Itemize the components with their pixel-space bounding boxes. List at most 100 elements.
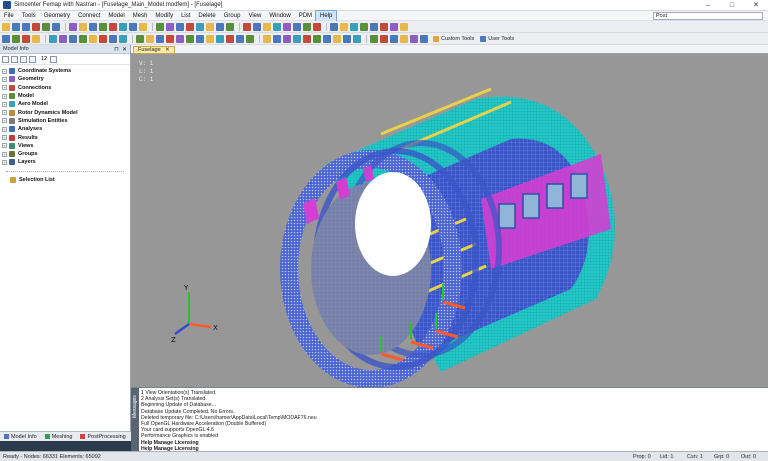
tree-item-aero-model[interactable]: + Aero Model — [2, 100, 130, 108]
expand-icon[interactable]: + — [2, 135, 7, 141]
tab-model-info[interactable]: Model Info — [0, 434, 41, 440]
menu-list[interactable]: List — [177, 11, 194, 21]
toolbar-tool-icon[interactable] — [350, 22, 358, 31]
toolbar-tool-icon[interactable] — [186, 34, 194, 43]
toolbar-tool-icon[interactable] — [69, 22, 77, 31]
toolbar-tool-icon[interactable] — [2, 22, 10, 31]
toolbar-tool-icon[interactable] — [226, 22, 234, 31]
toolbar-tool-icon[interactable] — [129, 22, 137, 31]
menu-help[interactable]: Help — [315, 9, 338, 22]
tree-item-results[interactable]: + Results — [2, 133, 130, 141]
toolbar-tool-icon[interactable] — [196, 22, 204, 31]
expand-icon[interactable]: + — [2, 110, 7, 116]
toolbar-tool-icon[interactable] — [400, 22, 408, 31]
toolbar-tool-icon[interactable] — [22, 34, 30, 43]
toolbar-tool-icon[interactable] — [99, 22, 107, 31]
toolbar-tool-icon[interactable] — [273, 34, 281, 43]
menu-window[interactable]: Window — [265, 11, 294, 21]
toolbar-tool-icon[interactable] — [52, 22, 60, 31]
tree-item-layers[interactable]: + Layers — [2, 158, 130, 166]
menu-geometry[interactable]: Geometry — [40, 11, 74, 21]
toolbar-tool-icon[interactable] — [139, 22, 147, 31]
expand-icon[interactable]: + — [2, 101, 7, 107]
filter-icon[interactable] — [20, 55, 27, 63]
toolbar-tool-icon[interactable] — [206, 22, 214, 31]
minimize-button[interactable]: – — [696, 0, 720, 11]
toolbar-tool-icon[interactable] — [146, 34, 154, 43]
toolbar-tool-icon[interactable] — [166, 34, 174, 43]
options-icon[interactable] — [50, 55, 58, 63]
expand-icon[interactable]: + — [2, 68, 7, 74]
toolbar-tool-icon[interactable] — [353, 34, 361, 43]
tab-fuselage-view[interactable]: Fuselage ✕ — [133, 46, 175, 54]
pin-icon[interactable]: ⊓ — [114, 46, 119, 53]
close-icon[interactable]: ✕ — [122, 46, 127, 53]
expand-icon[interactable]: + — [2, 126, 7, 132]
tree-item-views[interactable]: + Views — [2, 142, 130, 150]
toolbar-tool-icon[interactable] — [12, 22, 20, 31]
toolbar-tool-icon[interactable] — [226, 34, 234, 43]
tree-item-simulation-entities[interactable]: + Simulation Entities — [2, 117, 130, 125]
toolbar-tool-icon[interactable] — [263, 22, 271, 31]
toolbar-tool-icon[interactable] — [410, 34, 418, 43]
toolbar-tool-icon[interactable] — [313, 34, 321, 43]
menu-view[interactable]: View — [244, 11, 265, 21]
toolbar-tool-icon[interactable] — [69, 34, 77, 43]
toolbar-tool-icon[interactable] — [49, 34, 57, 43]
toolbar-tool-icon[interactable] — [330, 22, 338, 31]
toolbar-tool-icon[interactable] — [99, 34, 107, 43]
toolbar-tool-icon[interactable] — [263, 34, 271, 43]
tree-item-geometry[interactable]: + Geometry — [2, 75, 130, 83]
custom-tools-button[interactable]: Custom Tools — [430, 35, 477, 42]
tree-item-model[interactable]: + Model — [2, 92, 130, 100]
toolbar-tool-icon[interactable] — [216, 34, 224, 43]
toolbar-tool-icon[interactable] — [166, 22, 174, 31]
tab-postprocessing[interactable]: PostProcessing — [76, 434, 129, 440]
menu-mesh[interactable]: Mesh — [129, 11, 152, 21]
toolbar-tool-icon[interactable] — [390, 22, 398, 31]
toolbar-tool-icon[interactable] — [42, 22, 50, 31]
toolbar-tool-icon[interactable] — [236, 34, 244, 43]
toolbar-tool-icon[interactable] — [156, 22, 164, 31]
toolbar-tool-icon[interactable] — [243, 22, 251, 31]
toolbar-tool-icon[interactable] — [119, 22, 127, 31]
toolbar-tool-icon[interactable] — [79, 34, 87, 43]
toolbar-tool-icon[interactable] — [89, 34, 97, 43]
toolbar-tool-icon[interactable] — [206, 34, 214, 43]
tree-item-selection-list[interactable]: Selection List — [0, 176, 130, 184]
toolbar-tool-icon[interactable] — [22, 22, 30, 31]
toolbar-tool-icon[interactable] — [79, 22, 87, 31]
tree-item-groups[interactable]: + Groups — [2, 150, 130, 158]
menu-file[interactable]: File — [0, 11, 18, 21]
toolbar-tool-icon[interactable] — [360, 22, 368, 31]
collapse-all-icon[interactable] — [11, 55, 18, 63]
toolbar-tool-icon[interactable] — [370, 22, 378, 31]
menu-group[interactable]: Group — [220, 11, 245, 21]
close-window-button[interactable]: ✕ — [744, 0, 768, 11]
toolbar-tool-icon[interactable] — [323, 34, 331, 43]
expand-icon[interactable]: + — [2, 118, 7, 124]
toolbar-tool-icon[interactable] — [420, 34, 428, 43]
maximize-button[interactable]: □ — [720, 0, 744, 11]
command-search-input[interactable]: Post — [653, 12, 763, 20]
toolbar-tool-icon[interactable] — [32, 34, 40, 43]
tab-meshing[interactable]: Meshing — [41, 434, 77, 440]
menu-modify[interactable]: Modify — [151, 11, 177, 21]
user-tools-button[interactable]: User Tools — [477, 35, 517, 42]
toolbar-tool-icon[interactable] — [253, 22, 261, 31]
tree-item-analyses[interactable]: + Analyses — [2, 125, 130, 133]
toolbar-tool-icon[interactable] — [186, 22, 194, 31]
toolbar-tool-icon[interactable] — [313, 22, 321, 31]
toolbar-tool-icon[interactable] — [89, 22, 97, 31]
toolbar-tool-icon[interactable] — [216, 22, 224, 31]
toolbar-tool-icon[interactable] — [12, 34, 20, 43]
toolbar-tool-icon[interactable] — [370, 34, 378, 43]
toolbar-tool-icon[interactable] — [303, 34, 311, 43]
toolbar-tool-icon[interactable] — [380, 34, 388, 43]
expand-icon[interactable]: + — [2, 76, 7, 82]
menu-delete[interactable]: Delete — [194, 11, 219, 21]
expand-icon[interactable]: + — [2, 151, 7, 157]
toolbar-tool-icon[interactable] — [303, 22, 311, 31]
sort-icon[interactable] — [29, 55, 36, 63]
toolbar-tool-icon[interactable] — [273, 22, 281, 31]
